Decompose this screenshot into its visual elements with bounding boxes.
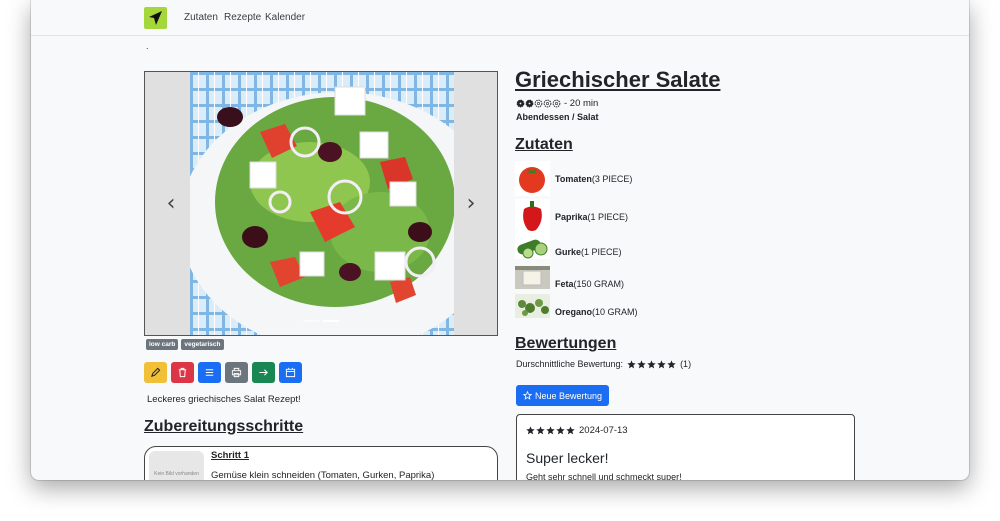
ingredients-heading: Zutaten — [515, 136, 573, 153]
nav-link-kalender[interactable]: Kalender — [265, 12, 305, 23]
step-card: Kein Bild vorhanden Schritt 1 Gemüse kle… — [144, 446, 498, 480]
list-button[interactable] — [198, 362, 221, 383]
star-icon — [566, 426, 575, 435]
star-icon — [657, 359, 666, 368]
trash-icon — [178, 367, 187, 378]
review-text: Geht sehr schnell und schmeckt super! — [526, 472, 682, 480]
oregano-image — [515, 294, 550, 329]
review-date: 2024-07-13 — [579, 425, 628, 436]
recipe-image-carousel: ‹ › — [144, 71, 498, 336]
ingredient-amount: (3 PIECE) — [591, 173, 633, 184]
carousel-next-button[interactable]: › — [459, 192, 483, 216]
salad-image — [190, 72, 454, 335]
browser-window: Zutaten Rezepte Kalender . ‹ › low carb … — [31, 0, 969, 480]
review-title: Super lecker! — [526, 450, 609, 466]
average-rating-label: Durschnittliche Bewertung: — [516, 359, 624, 369]
star-icon — [647, 359, 656, 368]
carousel-indicator-1[interactable] — [303, 320, 319, 322]
edit-button[interactable] — [144, 362, 167, 383]
ingredient-name: Tomaten — [555, 173, 592, 184]
average-stars — [627, 359, 676, 369]
nav-link-zutaten[interactable]: Zutaten — [184, 12, 218, 23]
tomato-image — [515, 161, 550, 196]
navbar: Zutaten Rezepte Kalender — [31, 0, 969, 36]
ingredient-item: Tomaten(3 PIECE) — [515, 161, 632, 196]
new-review-label: Neue Bewertung — [535, 390, 603, 401]
step-title: Schritt 1 — [211, 450, 250, 461]
carousel-prev-button[interactable]: ‹ — [159, 192, 183, 216]
review-count: (1) — [680, 359, 692, 369]
gear-empty-icon — [543, 99, 552, 108]
tag-badge: vegetarisch — [181, 339, 224, 350]
ingredient-item: Oregano(10 GRAM) — [515, 294, 638, 329]
pepper-image — [515, 199, 550, 234]
stray-dot: . — [146, 41, 149, 51]
recipe-category: Abendessen / Salat — [516, 112, 599, 122]
star-icon — [536, 426, 545, 435]
printer-icon — [231, 367, 242, 378]
recipe-photo — [190, 72, 454, 335]
cucumber-image — [515, 234, 550, 269]
star-plus-icon — [523, 391, 532, 400]
tag-list: low carb vegetarisch — [146, 339, 224, 350]
ingredient-name: Oregano — [555, 306, 593, 317]
new-review-button[interactable]: Neue Bewertung — [516, 385, 610, 406]
action-buttons — [144, 362, 302, 383]
gear-empty-icon — [534, 99, 543, 108]
pencil-icon — [151, 367, 161, 377]
logo-icon — [149, 11, 162, 25]
app-logo[interactable] — [144, 7, 167, 29]
star-icon — [637, 359, 646, 368]
review-stars — [526, 426, 575, 435]
star-icon — [546, 426, 555, 435]
ingredient-name: Paprika — [555, 211, 588, 222]
recipe-description: Leckeres griechisches Salat Rezept! — [147, 394, 301, 405]
gear-filled-icon — [516, 99, 525, 108]
star-icon — [526, 426, 535, 435]
forward-button[interactable] — [252, 362, 275, 383]
steps-heading: Zubereitungsschritte — [144, 418, 304, 435]
calendar-button[interactable] — [279, 362, 302, 383]
ingredient-name: Feta — [555, 278, 574, 289]
ingredient-amount: (1 PIECE) — [587, 211, 629, 222]
duration-text: - 20 min — [564, 98, 599, 109]
difficulty-gears — [516, 99, 561, 108]
gear-filled-icon — [525, 99, 534, 108]
calendar-icon — [285, 367, 296, 378]
gear-empty-icon — [552, 99, 561, 108]
carousel-indicator-2[interactable] — [323, 320, 339, 322]
step-image-placeholder: Kein Bild vorhanden — [149, 451, 204, 480]
star-icon — [556, 426, 565, 435]
step-text: Gemüse klein schneiden (Tomaten, Gurken,… — [211, 470, 435, 480]
average-rating: Durschnittliche Bewertung: (1) — [516, 359, 691, 369]
list-icon — [205, 369, 214, 376]
tag-badge: low carb — [146, 339, 179, 350]
ingredient-amount: (1 PIECE) — [581, 246, 622, 257]
reviews-heading: Bewertungen — [515, 335, 617, 352]
arrow-right-icon — [259, 369, 268, 376]
nav-link-rezepte[interactable]: Rezepte — [224, 12, 261, 23]
ingredient-name: Gurke — [555, 246, 582, 257]
difficulty-duration: - 20 min — [516, 98, 598, 109]
star-icon — [667, 359, 676, 368]
print-button[interactable] — [225, 362, 248, 383]
star-icon — [627, 359, 636, 368]
review-card: 2024-07-13 Super lecker! Geht sehr schne… — [516, 414, 855, 480]
ingredient-amount: (150 GRAM) — [573, 278, 625, 289]
ingredient-item: Paprika(1 PIECE) — [515, 199, 628, 234]
recipe-title: Griechischer Salate — [515, 67, 721, 92]
ingredient-item: Gurke(1 PIECE) — [515, 234, 622, 269]
delete-button[interactable] — [171, 362, 194, 383]
ingredient-amount: (10 GRAM) — [592, 306, 638, 317]
